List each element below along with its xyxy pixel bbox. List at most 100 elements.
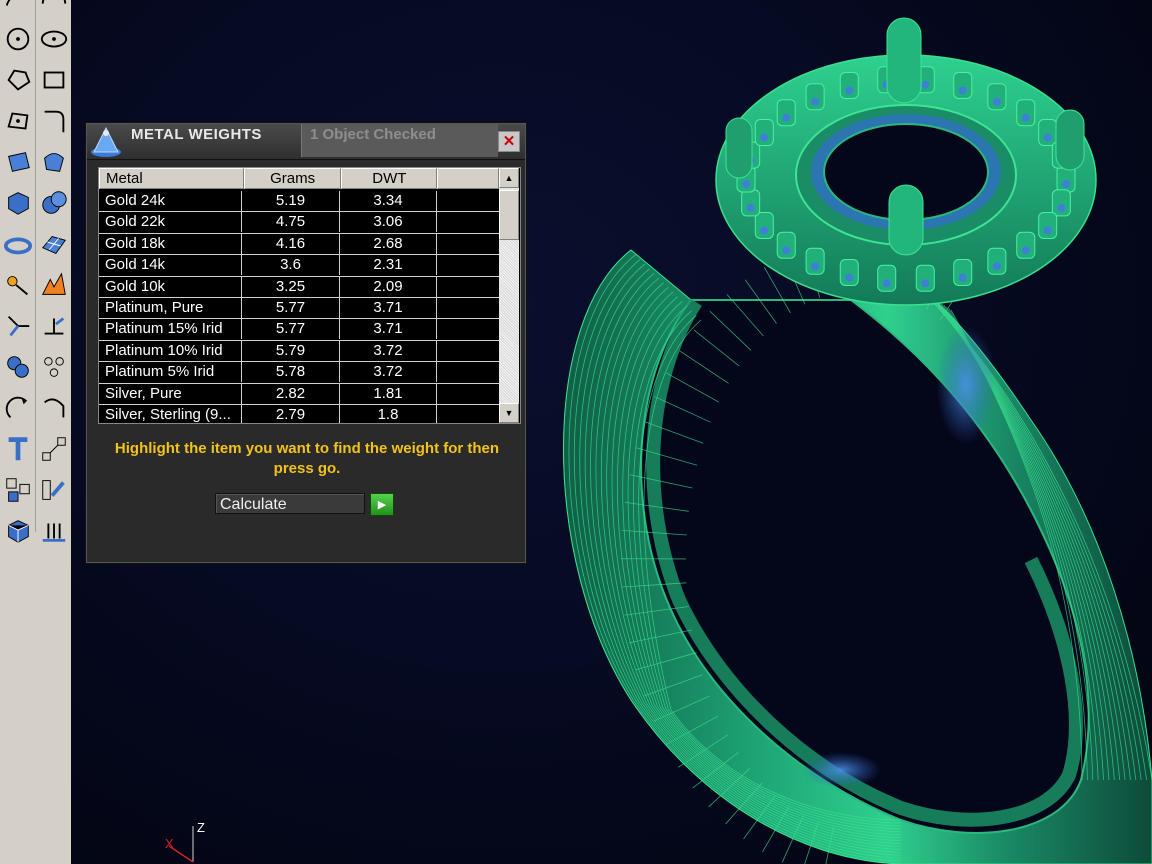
mesh-tool-button[interactable] — [38, 226, 70, 262]
close-button[interactable]: ✕ — [498, 131, 520, 152]
box-tool-button[interactable] — [2, 185, 34, 221]
go-button[interactable]: ▶ — [370, 493, 394, 516]
cell-grams: 3.6 — [242, 255, 340, 276]
cell-dwt: 2.09 — [340, 276, 437, 297]
dialog-title: METAL WEIGHTS — [131, 126, 262, 143]
table-row[interactable]: Silver, Sterling (9... 2.79 1.8 — [99, 404, 499, 423]
mesh-icon — [41, 235, 66, 254]
list-header: Metal Grams DWT — [99, 168, 499, 189]
cell-grams: 4.75 — [242, 212, 340, 233]
polygon-tool-button[interactable] — [2, 62, 34, 98]
polyline-tool-button[interactable] — [2, 103, 34, 139]
explode-icon — [41, 272, 66, 295]
flow-tool-button[interactable] — [38, 472, 70, 508]
cell-metal: Platinum 15% Irid — [99, 319, 242, 340]
array-tool-button[interactable] — [38, 349, 70, 385]
fillet-tool-button[interactable] — [38, 103, 70, 139]
cell-empty — [437, 319, 499, 339]
ellipse-icon — [40, 30, 67, 48]
column-header-empty — [437, 168, 499, 189]
rotate-3d-icon — [43, 398, 64, 418]
list-rows: Gold 24k 5.19 3.34 Gold 22k 4.75 3.06 Gold 18k… — [99, 191, 499, 423]
cell-dwt: 3.71 — [340, 319, 437, 340]
cell-dwt: 1.81 — [340, 383, 437, 404]
table-row[interactable]: Gold 22k 4.75 3.06 — [99, 212, 499, 234]
circle-tool-button[interactable] — [2, 21, 34, 57]
cell-empty — [437, 341, 499, 361]
cell-metal: Gold 14k — [99, 255, 242, 276]
explode-tool-button[interactable] — [38, 267, 70, 303]
play-icon: ▶ — [377, 499, 387, 511]
torus-tool-button[interactable] — [2, 226, 34, 262]
toolbar-column-left — [0, 0, 36, 543]
text-icon — [8, 437, 27, 461]
sphere-tool-button[interactable] — [38, 185, 70, 221]
table-row[interactable]: Gold 18k 4.16 2.68 — [99, 233, 499, 256]
cell-dwt: 3.34 — [340, 191, 437, 211]
cell-empty — [437, 255, 499, 275]
axis-indicator: Z X — [165, 820, 205, 863]
arc-icon — [41, 0, 66, 4]
scroll-down-button[interactable]: ▼ — [499, 403, 519, 423]
curve-tool-button[interactable] — [2, 0, 34, 16]
group-tool-button[interactable] — [2, 472, 34, 508]
cell-empty — [437, 384, 499, 404]
transform-tool-button[interactable] — [2, 267, 34, 303]
transform-icon — [6, 276, 28, 296]
cell-empty — [437, 234, 499, 254]
table-row[interactable]: Gold 10k 3.25 2.09 — [99, 276, 499, 298]
cell-empty — [437, 405, 499, 423]
ellipse-tool-button[interactable] — [38, 21, 70, 57]
table-row[interactable]: Gold 14k 3.6 2.31 — [99, 255, 499, 277]
column-header-grams[interactable]: Grams — [243, 168, 342, 189]
column-header-dwt[interactable]: DWT — [341, 168, 438, 189]
table-row[interactable]: Gold 24k 5.19 3.34 — [99, 191, 499, 213]
cell-empty — [437, 191, 499, 211]
cell-metal: Platinum 10% Irid — [99, 340, 242, 361]
action-select[interactable]: Calculate — [215, 493, 365, 514]
cell-grams: 2.82 — [242, 383, 340, 404]
arc-tool-button[interactable] — [38, 0, 70, 16]
column-header-metal[interactable]: Metal — [99, 168, 244, 189]
rotate-tool-button[interactable] — [2, 390, 34, 426]
cell-empty — [437, 277, 499, 297]
table-row[interactable]: Silver, Pure 2.82 1.81 — [99, 383, 499, 405]
table-row[interactable]: Platinum, Pure 5.77 3.71 — [99, 297, 499, 320]
cell-dwt: 1.8 — [340, 404, 437, 423]
scroll-up-button[interactable]: ▲ — [499, 168, 519, 188]
boolean-tool-button[interactable] — [2, 349, 34, 385]
list-scrollbar[interactable]: ▲ ▼ — [499, 168, 519, 423]
trim-icon — [7, 315, 29, 337]
cell-metal: Gold 10k — [99, 276, 242, 297]
cell-empty — [437, 298, 499, 318]
cell-grams: 5.79 — [242, 340, 340, 361]
patch-tool-button[interactable] — [38, 144, 70, 180]
rectangle-tool-button[interactable] — [38, 62, 70, 98]
table-row[interactable]: Platinum 15% Irid 5.77 3.71 — [99, 319, 499, 341]
table-row[interactable]: Platinum 5% Irid 5.78 3.72 — [99, 362, 499, 384]
dialog-titlebar[interactable]: METAL WEIGHTS 1 Object Checked ✕ — [87, 124, 525, 160]
polyline-icon — [6, 112, 28, 130]
metal-list[interactable]: Metal Grams DWT Gold 24k 5.19 3.34 Gold 22k… — [98, 167, 521, 424]
rotate-3d-tool-button[interactable] — [38, 390, 70, 426]
rotate-icon — [5, 396, 27, 419]
scroll-thumb[interactable] — [499, 190, 519, 240]
split-tool-button[interactable] — [38, 308, 70, 344]
extrude-icon — [42, 523, 65, 542]
surface-tool-button[interactable] — [2, 144, 34, 180]
trim-tool-button[interactable] — [2, 308, 34, 344]
cell-dwt: 3.72 — [340, 340, 437, 361]
solid-tool-button[interactable] — [2, 513, 34, 549]
rectangle-icon — [43, 71, 64, 89]
cell-metal: Gold 18k — [99, 233, 242, 254]
metal-weights-dialog: METAL WEIGHTS 1 Object Checked ✕ Metal G… — [86, 123, 526, 563]
box-icon — [7, 192, 29, 215]
text-tool-button[interactable] — [2, 431, 34, 467]
table-row[interactable]: Platinum 10% Irid 5.79 3.72 — [99, 340, 499, 363]
cell-dwt: 2.68 — [340, 233, 437, 254]
cell-metal: Gold 22k — [99, 212, 242, 233]
cell-grams: 3.25 — [242, 276, 340, 297]
extrude-tool-button[interactable] — [38, 513, 70, 549]
cell-dwt: 3.06 — [340, 212, 437, 233]
scale-tool-button[interactable] — [38, 431, 70, 467]
